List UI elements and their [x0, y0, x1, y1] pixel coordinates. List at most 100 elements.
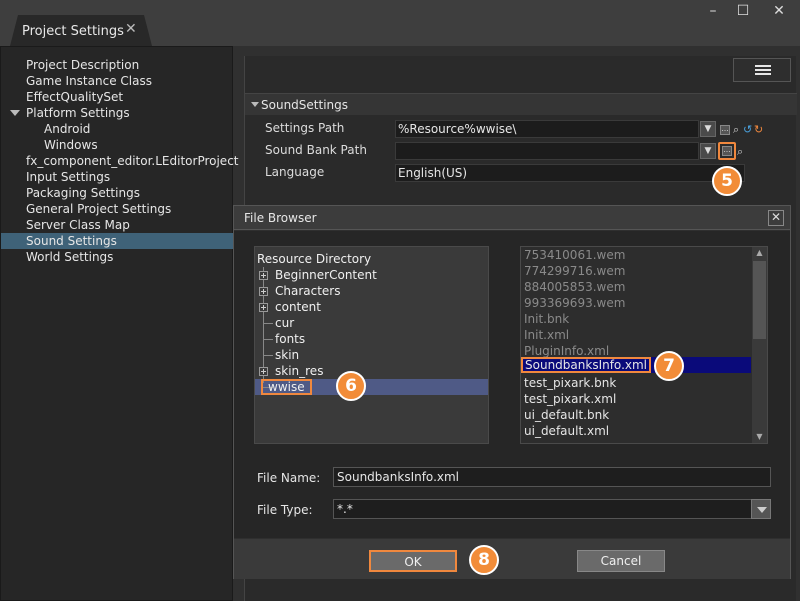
list-item[interactable]: Init.bnk: [524, 311, 569, 327]
expand-icon[interactable]: [259, 367, 268, 376]
sound-bank-path-field[interactable]: [395, 142, 699, 160]
project-settings-tab[interactable]: Project Settings ✕: [10, 15, 152, 46]
undo-icon[interactable]: ↻: [754, 124, 763, 135]
sidebar-item-world-settings[interactable]: World Settings: [1, 249, 234, 265]
sidebar-item-label: fx_component_editor.LEditorProject: [26, 154, 239, 168]
file-type-label: File Type:: [257, 503, 313, 517]
close-icon[interactable]: ✕: [768, 210, 784, 226]
language-field[interactable]: English(US): [395, 164, 745, 182]
sidebar-item-project-description[interactable]: Project Description: [1, 57, 234, 73]
list-item[interactable]: Init.xml: [524, 327, 569, 343]
sidebar-item-general-project-settings[interactable]: General Project Settings: [1, 201, 234, 217]
reset-icon[interactable]: ↺: [743, 124, 752, 135]
search-icon[interactable]: ⌕: [737, 146, 743, 157]
expand-arrow-icon[interactable]: [10, 110, 20, 116]
tree-item-skin[interactable]: skin: [275, 347, 299, 363]
scroll-thumb[interactable]: [753, 261, 766, 339]
search-icon[interactable]: ⌕: [733, 124, 739, 135]
sidebar-item-input-settings[interactable]: Input Settings: [1, 169, 234, 185]
tree-item-wwise[interactable]: wwise: [261, 379, 312, 395]
sidebar-item-label: Server Class Map: [26, 218, 130, 232]
sound-settings-section-header[interactable]: SoundSettings: [245, 93, 797, 115]
tab-title: Project Settings: [22, 24, 124, 39]
step-badge-8: 8: [469, 545, 499, 575]
sidebar-item-label: Game Instance Class: [26, 74, 152, 88]
dialog-title-bar: File Browser ✕: [234, 206, 790, 230]
list-item[interactable]: 993369693.wem: [524, 295, 625, 311]
sidebar-item-effect-quality-set[interactable]: EffectQualitySet: [1, 89, 234, 105]
file-type-select[interactable]: *.*: [333, 499, 771, 519]
menu-button[interactable]: [733, 58, 791, 82]
menu-icon: [755, 69, 771, 71]
directory-tree: Resource Directory BeginnerContent Chara…: [254, 246, 489, 444]
tree-item-skin-res[interactable]: skin_res: [275, 363, 323, 379]
step-badge-6: 6: [336, 371, 366, 401]
sidebar-item-label: Platform Settings: [26, 106, 130, 120]
sidebar-item-label: World Settings: [26, 250, 114, 264]
expand-icon[interactable]: [259, 271, 268, 280]
sidebar-item-windows[interactable]: Windows: [1, 137, 234, 153]
close-icon[interactable]: ✕: [764, 0, 794, 22]
wwise-label: wwise: [261, 379, 312, 395]
collapse-arrow-icon[interactable]: [251, 102, 259, 107]
list-item-selected[interactable]: SoundbanksInfo.xml: [521, 357, 652, 373]
tree-item-beginnercontent[interactable]: BeginnerContent: [275, 267, 377, 283]
tree-line: [263, 323, 273, 324]
dialog-title: File Browser: [244, 211, 317, 225]
menu-icon: [755, 65, 771, 67]
list-item[interactable]: ui_default.xml: [524, 423, 609, 439]
sidebar-item-label: Project Description: [26, 58, 140, 72]
chevron-down-icon[interactable]: [751, 499, 771, 519]
tree-item-cur[interactable]: cur: [275, 315, 294, 331]
list-item[interactable]: 753410061.wem: [524, 247, 625, 263]
sidebar-item-label: EffectQualitySet: [26, 90, 124, 104]
tree-line: [263, 339, 273, 340]
chevron-down-icon[interactable]: ▼: [700, 121, 716, 137]
sidebar-item-packaging-settings[interactable]: Packaging Settings: [1, 185, 234, 201]
maximize-icon[interactable]: ☐: [728, 0, 758, 22]
sidebar-item-label: Packaging Settings: [26, 186, 140, 200]
sidebar-item-label: Input Settings: [26, 170, 111, 184]
tree-item-content[interactable]: content: [275, 299, 321, 315]
chevron-down-icon[interactable]: ▼: [700, 143, 716, 159]
minimize-icon[interactable]: –: [698, 0, 728, 22]
file-name-input[interactable]: SoundbanksInfo.xml: [333, 467, 771, 487]
file-list-scrollbar[interactable]: ▲ ▼: [752, 247, 767, 443]
ok-button[interactable]: OK: [369, 550, 457, 572]
list-item[interactable]: ui_default.bnk: [524, 407, 609, 423]
settings-path-field[interactable]: %Resource%wwise\: [395, 120, 699, 138]
close-icon[interactable]: ✕: [125, 21, 137, 37]
sidebar-item-server-class-map[interactable]: Server Class Map: [1, 217, 234, 233]
file-name-label: File Name:: [257, 471, 321, 485]
title-bar: Project Settings ✕ – ☐ ✕: [0, 0, 800, 46]
sidebar-item-game-instance-class[interactable]: Game Instance Class: [1, 73, 234, 89]
selected-file-label: SoundbanksInfo.xml: [521, 357, 652, 373]
sidebar-item-label: General Project Settings: [26, 202, 172, 216]
expand-icon[interactable]: [259, 287, 268, 296]
tree-root[interactable]: Resource Directory: [257, 251, 371, 267]
sidebar-item-sound-settings[interactable]: Sound Settings: [1, 233, 234, 249]
scroll-up-icon[interactable]: ▲: [752, 247, 767, 259]
sidebar-item-label: Android: [44, 122, 91, 136]
sidebar-item-label: Sound Settings: [26, 234, 117, 248]
list-item[interactable]: test_pixark.xml: [524, 391, 616, 407]
sidebar-item-fx-component-editor[interactable]: fx_component_editor.LEditorProject: [1, 153, 239, 169]
browse-icon[interactable]: …: [720, 125, 730, 135]
sidebar-item-label: Windows: [44, 138, 98, 152]
file-list: 753410061.wem 774299716.wem 884005853.we…: [520, 246, 768, 444]
sidebar-item-platform-settings[interactable]: Platform Settings: [1, 105, 234, 121]
tree-item-characters[interactable]: Characters: [275, 283, 341, 299]
scroll-down-icon[interactable]: ▼: [752, 431, 767, 443]
sidebar-item-android[interactable]: Android: [1, 121, 234, 137]
list-item[interactable]: test_pixark.bnk: [524, 375, 616, 391]
cancel-button[interactable]: Cancel: [577, 550, 665, 572]
list-item[interactable]: 774299716.wem: [524, 263, 625, 279]
tree-item-fonts[interactable]: fonts: [275, 331, 305, 347]
dialog-body: Resource Directory BeginnerContent Chara…: [234, 231, 790, 538]
language-label: Language: [265, 165, 325, 179]
expand-icon[interactable]: [259, 303, 268, 312]
step-badge-5: 5: [712, 166, 742, 196]
list-item[interactable]: 884005853.wem: [524, 279, 625, 295]
tree-line: [263, 267, 264, 383]
settings-sidebar: Project Description Game Instance Class …: [0, 46, 239, 601]
